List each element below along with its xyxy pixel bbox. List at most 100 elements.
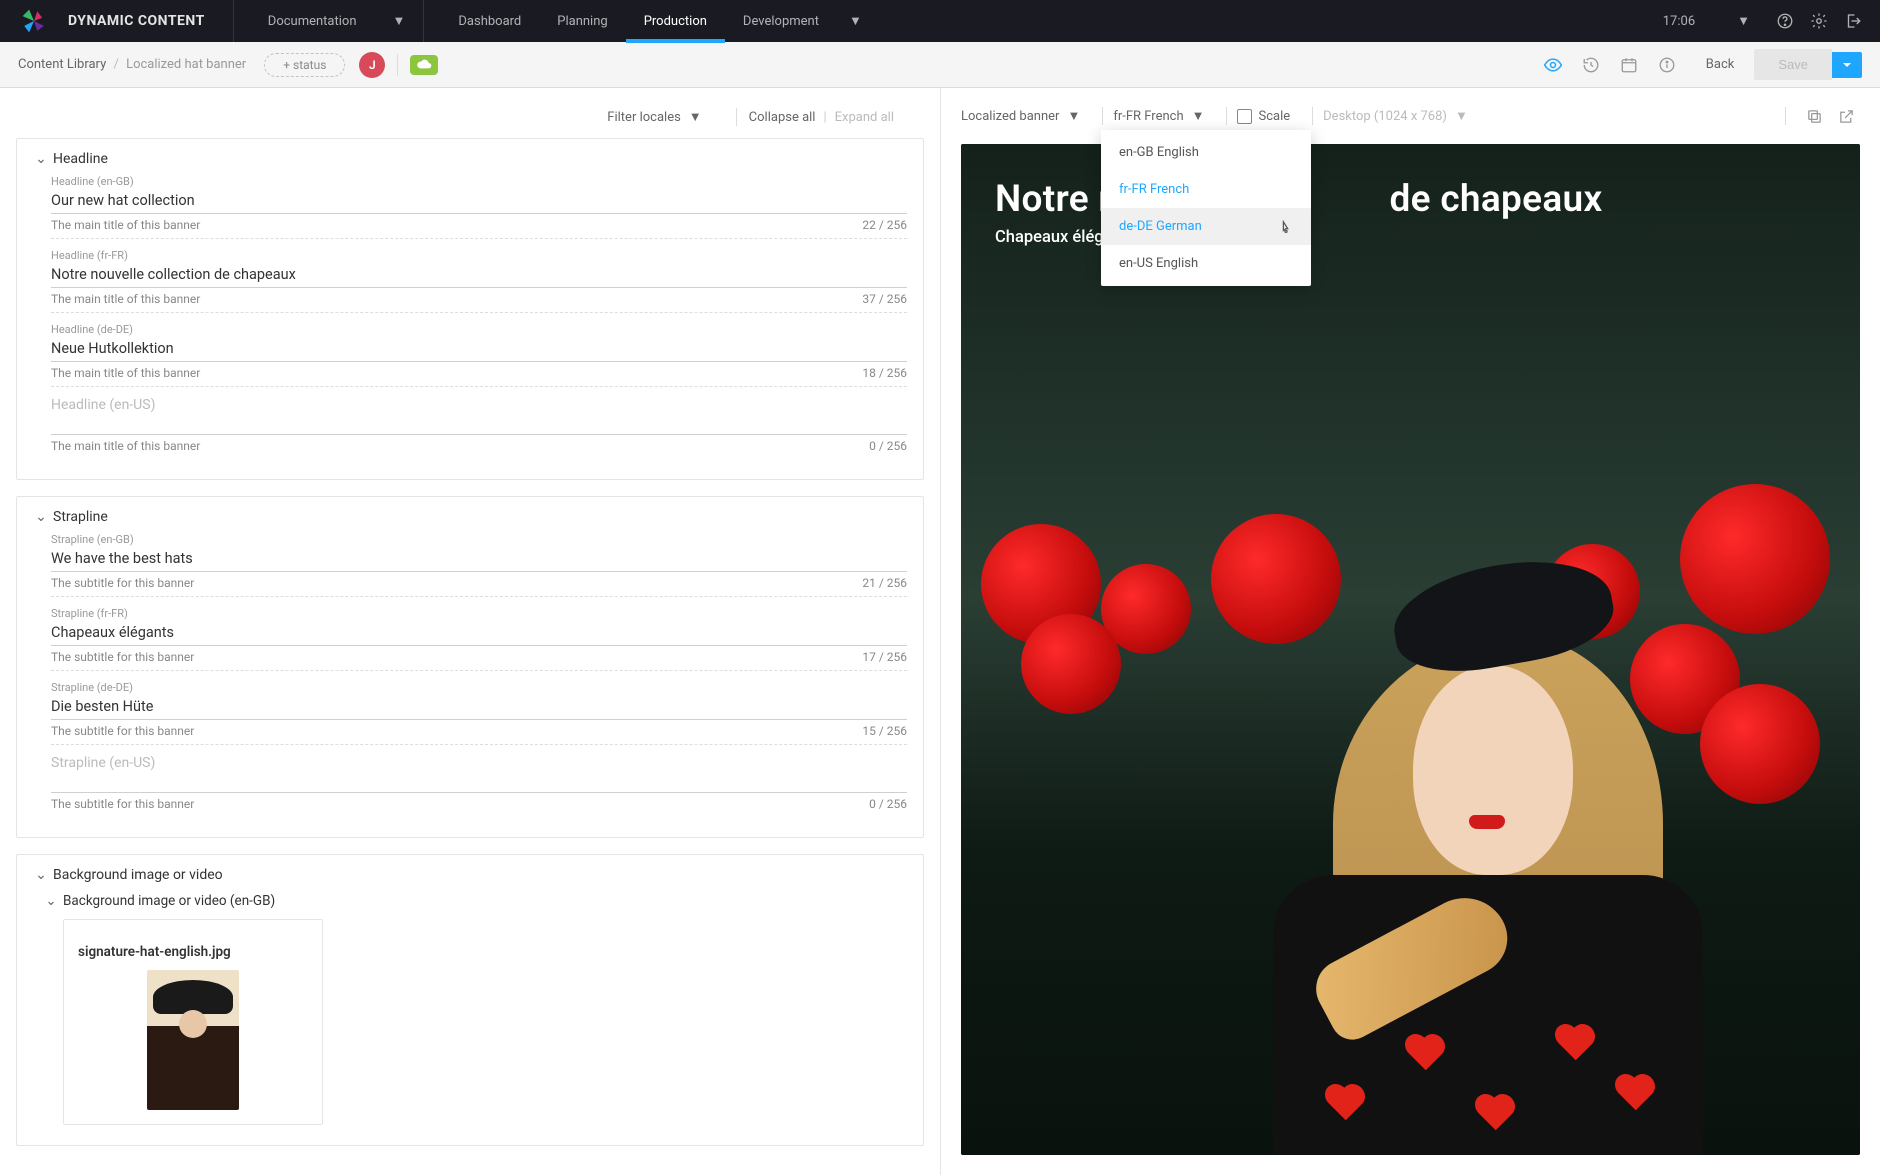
field-help: The main title of this banner <box>51 292 200 306</box>
help-icon[interactable] <box>1768 4 1802 38</box>
preview-viewport: Notre nou de chapeaux Chapeaux élégant <box>961 144 1860 1155</box>
caret-down-icon: ▼ <box>849 13 862 29</box>
chevron-down-icon: ⌄ <box>43 893 59 909</box>
form-pane[interactable]: Filter locales▼ Collapse all | Expand al… <box>0 88 940 1175</box>
history-icon[interactable] <box>1576 50 1606 80</box>
field-label: Strapline (de-DE) <box>51 681 907 694</box>
locale-field: Headline (en-GB)Our new hat collection Th… <box>51 175 907 239</box>
field-help: The subtitle for this banner <box>51 576 194 590</box>
field-input[interactable]: Chapeaux élégants <box>51 620 907 646</box>
filter-locales-dropdown[interactable]: Filter locales▼ <box>607 109 701 125</box>
locale-field: Headline (fr-FR)Notre nouvelle collectio… <box>51 249 907 313</box>
field-char-count: 0 / 256 <box>869 797 907 811</box>
back-link[interactable]: Back <box>1706 57 1735 72</box>
nav-dropdown-docs[interactable]: Documentation ▼ <box>250 0 424 42</box>
breadcrumb-root[interactable]: Content Library <box>18 57 106 72</box>
field-label: Strapline (en-GB) <box>51 533 907 546</box>
locale-field: Headline (en-US) The main title of this … <box>51 397 907 459</box>
locale-menu-item[interactable]: en-GB English <box>1101 134 1311 171</box>
preview-toolbar: Localized banner▼ fr-FR French▼ Scale De… <box>941 88 1880 144</box>
locale-menu-item[interactable]: de-DE German <box>1101 208 1311 245</box>
pinwheel-icon <box>21 8 47 34</box>
chevron-down-icon: ⌄ <box>33 867 49 883</box>
field-input[interactable] <box>51 413 907 435</box>
media-card[interactable]: signature-hat-english.jpg <box>63 919 323 1125</box>
settings-icon[interactable] <box>1802 4 1836 38</box>
locale-menu-item[interactable]: en-US English <box>1101 245 1311 282</box>
section-headline: ⌄ Headline Headline (en-GB)Our new hat c… <box>16 138 924 480</box>
locale-field: Strapline (fr-FR)Chapeaux élégants The su… <box>51 607 907 671</box>
section-toggle-background[interactable]: ⌄ Background image or video <box>33 867 907 883</box>
locale-field: Headline (de-DE)Neue Hutkollektion The ma… <box>51 323 907 387</box>
info-icon[interactable] <box>1652 50 1682 80</box>
field-help: The main title of this banner <box>51 218 200 232</box>
calendar-icon[interactable] <box>1614 50 1644 80</box>
locale-dropdown[interactable]: fr-FR French▼ <box>1113 108 1204 124</box>
locale-menu: en-GB Englishfr-FR Frenchde-DE Germanen-… <box>1101 130 1311 286</box>
field-help: The subtitle for this banner <box>51 724 194 738</box>
caret-down-icon: ▼ <box>1067 108 1080 124</box>
field-input[interactable] <box>51 771 907 793</box>
add-status-chip[interactable]: + status <box>264 53 345 77</box>
nav-development[interactable]: Development▼ <box>725 0 880 42</box>
publish-status-icon[interactable] <box>410 55 438 75</box>
preview-eye-icon[interactable] <box>1538 50 1568 80</box>
expand-all-link: Expand all <box>835 110 894 125</box>
collapse-all-link[interactable]: Collapse all <box>749 110 816 125</box>
field-input[interactable]: Notre nouvelle collection de chapeaux <box>51 262 907 288</box>
scale-checkbox[interactable]: Scale <box>1237 109 1290 124</box>
locale-field: Strapline (en-US) The subtitle for this … <box>51 755 907 817</box>
section-strapline: ⌄ Strapline Strapline (en-GB)We have the… <box>16 496 924 838</box>
field-label: Strapline (en-US) <box>51 755 907 771</box>
top-nav: DYNAMIC CONTENT Documentation ▼ Dashboar… <box>0 0 1880 42</box>
nav-production[interactable]: Production <box>626 0 725 42</box>
time-display[interactable]: 17:06▼ <box>1645 0 1768 42</box>
nav-planning[interactable]: Planning <box>539 0 625 42</box>
open-external-icon[interactable] <box>1832 102 1860 130</box>
media-filename: signature-hat-english.jpg <box>78 944 308 960</box>
caret-down-icon: ▼ <box>1192 108 1205 124</box>
preview-pane: Localized banner▼ fr-FR French▼ Scale De… <box>940 88 1880 1175</box>
field-label: Headline (en-GB) <box>51 175 907 188</box>
field-char-count: 22 / 256 <box>862 218 907 232</box>
preview-figure <box>1113 515 1673 1155</box>
sub-bar: Content Library / Localized hat banner +… <box>0 42 1880 88</box>
field-help: The main title of this banner <box>51 366 200 380</box>
save-button: Save <box>1754 49 1832 80</box>
field-char-count: 21 / 256 <box>862 576 907 590</box>
section-toggle-strapline[interactable]: ⌄ Strapline <box>33 509 907 525</box>
nav-divider <box>233 0 234 42</box>
nav-dashboard[interactable]: Dashboard <box>440 0 539 42</box>
field-help: The main title of this banner <box>51 439 200 453</box>
schema-dropdown[interactable]: Localized banner▼ <box>961 108 1080 124</box>
field-char-count: 0 / 256 <box>869 439 907 453</box>
field-char-count: 15 / 256 <box>862 724 907 738</box>
field-label: Headline (de-DE) <box>51 323 907 336</box>
locale-menu-item[interactable]: fr-FR French <box>1101 171 1311 208</box>
section-toggle-headline[interactable]: ⌄ Headline <box>33 151 907 167</box>
device-dropdown: Desktop (1024 x 768)▼ <box>1323 108 1468 124</box>
field-input[interactable]: Our new hat collection <box>51 188 907 214</box>
subsection-toggle-background-engb[interactable]: ⌄ Background image or video (en-GB) <box>43 893 907 909</box>
field-label: Strapline (fr-FR) <box>51 607 907 620</box>
copy-icon[interactable] <box>1800 102 1828 130</box>
field-char-count: 17 / 256 <box>862 650 907 664</box>
field-label: Headline (en-US) <box>51 397 907 413</box>
field-char-count: 37 / 256 <box>862 292 907 306</box>
avatar[interactable]: J <box>359 52 385 78</box>
caret-down-icon: ▼ <box>393 13 406 29</box>
chevron-down-icon: ⌄ <box>33 151 49 167</box>
field-input[interactable]: We have the best hats <box>51 546 907 572</box>
save-menu-button[interactable] <box>1832 52 1862 78</box>
nav-dropdown-label: Documentation <box>268 14 357 29</box>
app-logo <box>0 8 68 34</box>
checkbox-icon <box>1237 109 1252 124</box>
caret-down-icon: ▼ <box>1737 13 1750 29</box>
field-char-count: 18 / 256 <box>862 366 907 380</box>
logout-icon[interactable] <box>1836 4 1870 38</box>
field-input[interactable]: Die besten Hüte <box>51 694 907 720</box>
field-input[interactable]: Neue Hutkollektion <box>51 336 907 362</box>
field-help: The subtitle for this banner <box>51 650 194 664</box>
cursor-icon <box>1279 220 1293 234</box>
field-help: The subtitle for this banner <box>51 797 194 811</box>
